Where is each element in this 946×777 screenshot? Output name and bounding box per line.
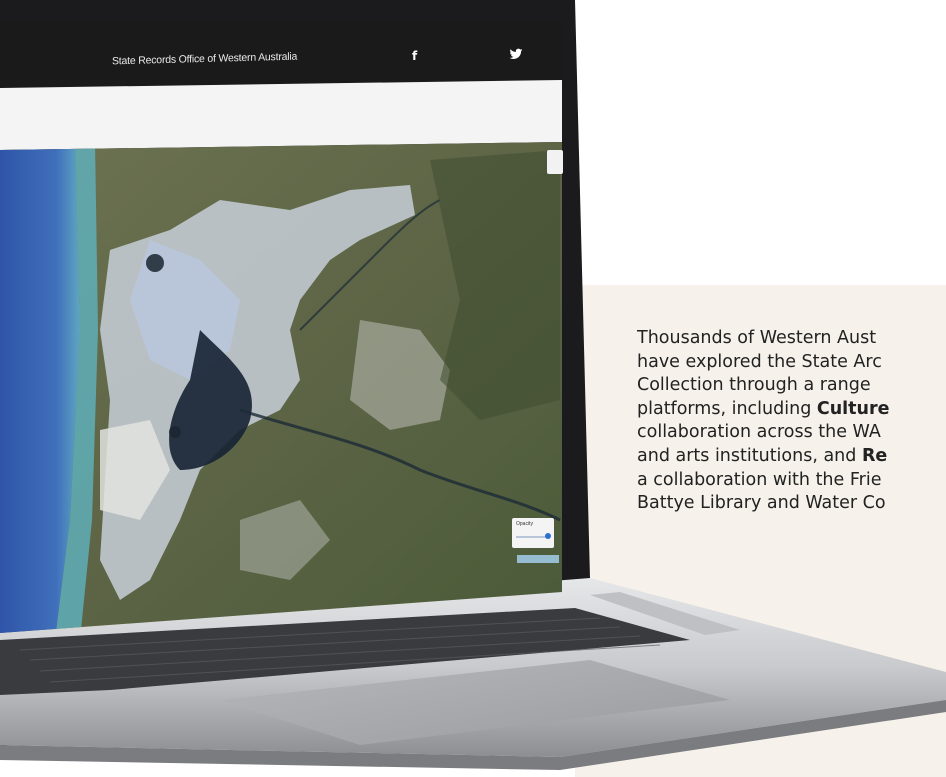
- intro-line: and arts institutions, and Re: [637, 445, 946, 469]
- intro-line: collaboration across the WA: [637, 422, 881, 443]
- intro-line: platforms, including Culture: [637, 398, 946, 422]
- re-link[interactable]: Re: [862, 446, 887, 466]
- intro-line-text: platforms, including: [637, 398, 817, 419]
- intro-line: Battye Library and Water Co: [637, 493, 886, 514]
- opacity-control[interactable]: Opacity: [512, 518, 554, 548]
- intro-line: have explored the State Arc: [637, 351, 882, 372]
- layer-toggle-button[interactable]: [547, 150, 563, 174]
- opacity-label: Opacity: [516, 521, 533, 527]
- intro-line-text: and arts institutions, and: [637, 445, 862, 466]
- search-strip: [0, 80, 562, 150]
- intro-line: Thousands of Western Aust: [637, 328, 877, 348]
- opacity-slider-thumb[interactable]: [545, 533, 551, 539]
- opacity-slider-track[interactable]: [516, 536, 546, 538]
- twitter-icon[interactable]: [509, 47, 523, 61]
- facebook-icon[interactable]: f: [412, 49, 424, 63]
- intro-text: Thousands of Western Aust have explored …: [637, 327, 946, 587]
- intro-line: a collaboration with the Frie: [637, 469, 882, 490]
- intro-line: Collection through a range: [637, 375, 871, 396]
- culture-link[interactable]: Culture: [817, 399, 890, 419]
- satellite-map: [0, 142, 562, 633]
- map-attribution: [517, 555, 559, 563]
